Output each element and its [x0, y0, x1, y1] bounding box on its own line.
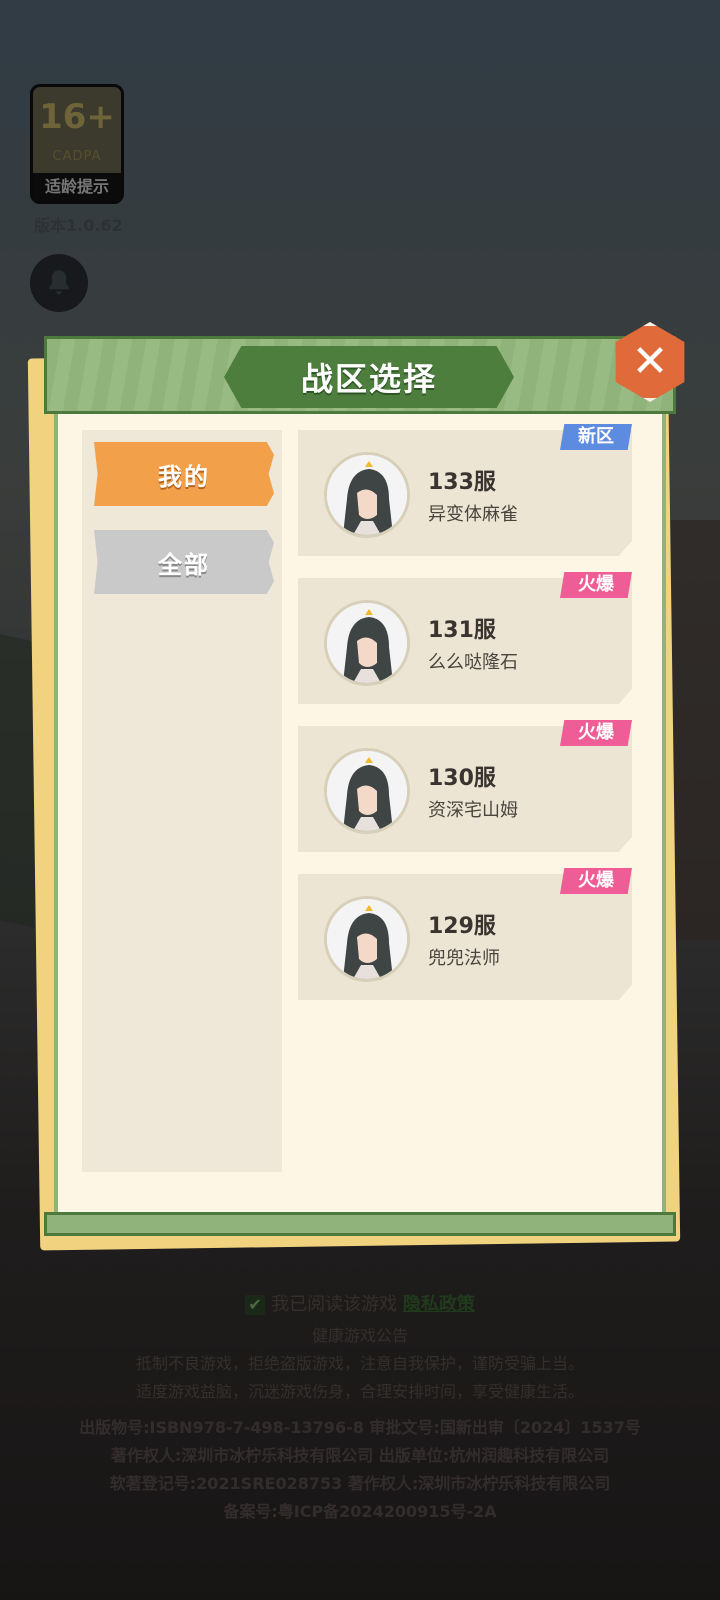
dialog-title-plate: 战区选择: [224, 346, 514, 408]
tab-label: 我的: [158, 462, 210, 491]
server-category-sidebar: 我的 全部: [82, 430, 282, 1172]
avatar: [324, 896, 410, 982]
character-avatar-icon: [327, 455, 407, 535]
character-avatar-icon: [327, 603, 407, 683]
tab-mine[interactable]: 我的: [94, 442, 274, 506]
server-name: 130服: [428, 766, 496, 791]
dialog-title: 战区选择: [300, 360, 437, 398]
tab-all[interactable]: 全部: [94, 530, 274, 594]
character-avatar-icon: [327, 751, 407, 831]
server-tag-badge: 火爆: [560, 720, 632, 746]
server-name: 129服: [428, 914, 496, 939]
avatar: [324, 452, 410, 538]
server-player-name: 资深宅山姆: [428, 800, 518, 821]
server-player-name: 么么哒隆石: [428, 652, 518, 673]
server-player-name: 兜兜法师: [428, 948, 500, 969]
server-name: 131服: [428, 618, 496, 643]
server-select-dialog: 我的 全部 133服 异变体麻雀 新区 131服 么么哒隆石 火爆 130服 资…: [44, 322, 685, 1236]
server-tag-badge: 火爆: [560, 868, 632, 894]
avatar: [324, 748, 410, 834]
dialog-footer: [44, 1212, 676, 1236]
character-avatar-icon: [327, 899, 407, 979]
server-tag-badge: 火爆: [560, 572, 632, 598]
tab-label: 全部: [158, 550, 210, 579]
server-player-name: 异变体麻雀: [428, 504, 518, 525]
server-name: 133服: [428, 470, 496, 495]
avatar: [324, 600, 410, 686]
server-tag-badge: 新区: [560, 424, 632, 450]
dialog-body: 我的 全部 133服 异变体麻雀 新区 131服 么么哒隆石 火爆 130服 资…: [54, 414, 666, 1214]
close-icon: ✕: [631, 336, 669, 387]
